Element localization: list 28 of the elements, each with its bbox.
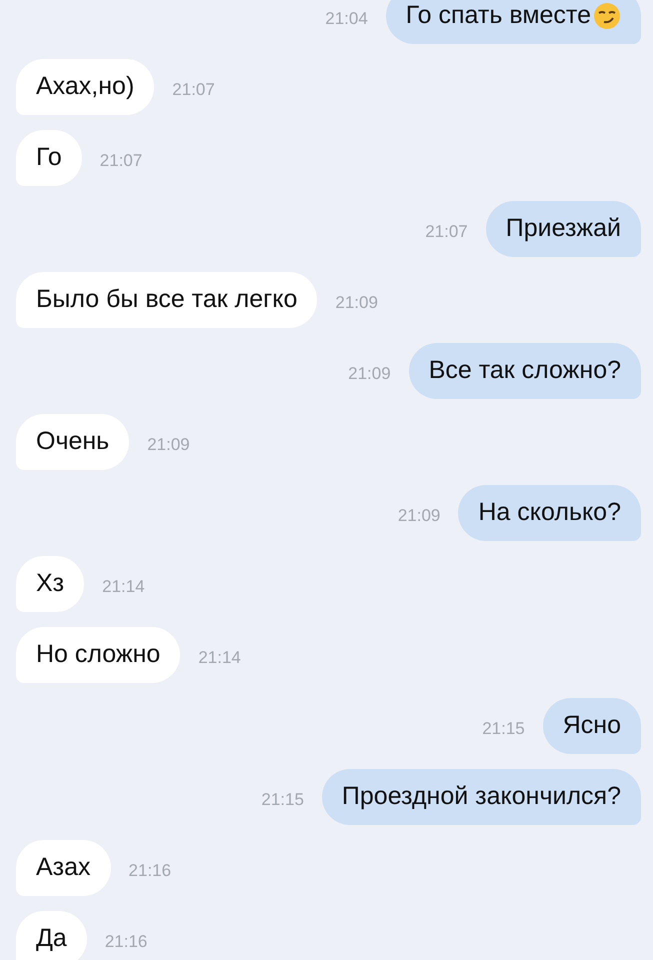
- message-time: 21:16: [128, 860, 172, 882]
- message-text: Да: [36, 923, 67, 954]
- message-time: 21:14: [102, 576, 145, 598]
- message-text: Но сложно: [36, 639, 160, 670]
- message-time: 21:07: [425, 221, 468, 244]
- message-time: 21:07: [172, 79, 215, 102]
- message-text: Очень: [36, 426, 110, 458]
- message-text: Все так сложно?: [428, 355, 621, 386]
- message-time: 21:16: [104, 931, 148, 954]
- message-text: Ахах,но): [36, 71, 134, 102]
- message-time: 21:15: [482, 718, 525, 740]
- message-time: 21:14: [198, 647, 241, 670]
- message-time: 21:07: [100, 150, 142, 172]
- message-time: 21:15: [261, 789, 304, 812]
- message-text: Приезжай: [506, 213, 621, 244]
- message-text: На сколько?: [478, 497, 621, 528]
- message-time: 21:09: [147, 434, 190, 456]
- message-time: 21:04: [325, 8, 368, 30]
- message-time: 21:09: [398, 505, 440, 528]
- message-text: Хз: [36, 568, 64, 600]
- message-text: Проездной закончился?: [342, 781, 621, 812]
- message-time: 21:09: [348, 363, 391, 386]
- message-text: Го спать вместе: [406, 0, 591, 32]
- message-text: Го: [36, 142, 62, 174]
- message-text: Азах: [36, 852, 91, 884]
- message-text: Ясно: [562, 710, 621, 742]
- message-time: 21:09: [335, 292, 378, 314]
- message-text: Было бы все так легко: [36, 284, 298, 316]
